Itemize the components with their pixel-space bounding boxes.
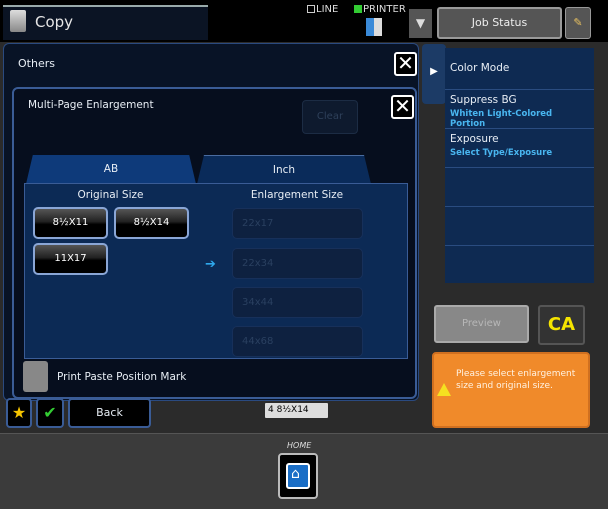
- setting-empty: [445, 168, 594, 207]
- favorite-star-button[interactable]: ★: [6, 398, 32, 428]
- print-paste-checkbox[interactable]: [23, 361, 48, 392]
- others-title: Others: [18, 57, 55, 70]
- help-button[interactable]: ✎: [565, 7, 591, 39]
- paper-tray-indicator: 4 8½X14: [265, 403, 328, 418]
- original-size-button[interactable]: 8½X11: [33, 207, 108, 239]
- settings-panel: Color Mode Suppress BG Whiten Light-Color…: [445, 48, 594, 283]
- home-button[interactable]: ⌂: [278, 453, 318, 499]
- setting-suppress-bg[interactable]: Suppress BG Whiten Light-Colored Portion: [445, 90, 594, 129]
- setting-title: Suppress BG: [450, 94, 517, 106]
- dialog-title: Multi-Page Enlargement: [28, 99, 154, 111]
- tab-ab[interactable]: AB: [26, 155, 196, 184]
- enlargement-size-header: Enlargement Size: [250, 189, 344, 201]
- line-indicator: LINE: [307, 4, 338, 15]
- home-icon: ⌂: [286, 463, 310, 489]
- setting-exposure[interactable]: Exposure Select Type/Exposure: [445, 129, 594, 168]
- original-size-header: Original Size: [77, 189, 144, 201]
- home-label: HOME: [287, 441, 312, 450]
- line-status-icon: [307, 5, 315, 13]
- close-others-button[interactable]: ✕: [394, 52, 417, 76]
- printer-status-icon: [354, 5, 362, 13]
- enlargement-size-button[interactable]: 44x68: [232, 326, 363, 357]
- dropdown-button[interactable]: ▼: [409, 9, 432, 38]
- arrow-right-icon: ➔: [205, 257, 216, 272]
- original-size-button[interactable]: 11X17: [33, 243, 108, 275]
- preview-button[interactable]: Preview: [434, 305, 529, 343]
- top-bar: Copy LINE PRINTER ▼ Job Status ✎: [0, 0, 608, 42]
- print-paste-label: Print Paste Position Mark: [57, 371, 187, 383]
- clear-button[interactable]: Clear: [302, 100, 358, 134]
- printer-icon: [366, 18, 382, 36]
- setting-empty: [445, 207, 594, 246]
- warning-icon: [437, 383, 451, 396]
- back-button[interactable]: Back: [68, 398, 151, 428]
- printer-indicator: PRINTER: [354, 4, 406, 15]
- job-status-button[interactable]: Job Status: [437, 7, 562, 39]
- tab-inch[interactable]: Inch: [197, 155, 371, 184]
- setting-color-mode[interactable]: Color Mode: [445, 48, 594, 90]
- enlargement-size-button[interactable]: 22x34: [232, 248, 363, 279]
- setting-value: Select Type/Exposure: [450, 148, 553, 158]
- message-box: Please select enlargement size and origi…: [432, 352, 590, 428]
- close-dialog-button[interactable]: ✕: [391, 95, 414, 119]
- panel-toggle-button[interactable]: ▶: [422, 44, 446, 104]
- original-size-button[interactable]: 8½X14: [114, 207, 189, 239]
- printer-label: PRINTER: [363, 4, 406, 15]
- setting-value: Whiten Light-Colored Portion: [450, 109, 553, 129]
- setting-title: Color Mode: [450, 62, 510, 74]
- mode-title: [3, 5, 208, 40]
- enlargement-size-button[interactable]: 22x17: [232, 208, 363, 239]
- app-title: Copy: [35, 13, 74, 31]
- check-button[interactable]: ✔: [36, 398, 64, 428]
- enlargement-size-button[interactable]: 34x44: [232, 287, 363, 318]
- line-label: LINE: [316, 4, 339, 15]
- setting-title: Exposure: [450, 133, 499, 145]
- copy-icon: [10, 10, 26, 32]
- clear-all-button[interactable]: CA: [538, 305, 585, 345]
